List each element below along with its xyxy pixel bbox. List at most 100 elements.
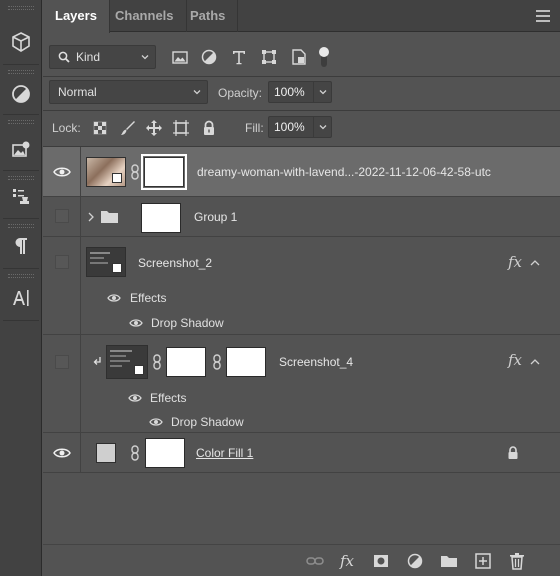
effects-label[interactable]: Effects bbox=[130, 291, 166, 305]
adjustments-icon[interactable] bbox=[0, 78, 42, 110]
delete-layer-icon[interactable] bbox=[507, 551, 527, 571]
blend-mode-select[interactable]: Normal bbox=[49, 80, 208, 104]
fill-value: 100% bbox=[274, 120, 305, 134]
link-icon[interactable] bbox=[130, 445, 140, 461]
fill-field[interactable]: 100% bbox=[268, 116, 332, 138]
blend-row: Normal Opacity: 100% bbox=[43, 76, 560, 112]
lock-transparent-pixels-icon[interactable] bbox=[90, 118, 110, 138]
fill-color-swatch[interactable] bbox=[96, 443, 116, 463]
eye-icon[interactable] bbox=[107, 293, 121, 303]
vector-mask-thumbnail[interactable] bbox=[226, 347, 266, 377]
lock-icon bbox=[508, 446, 518, 459]
layer-name[interactable]: Screenshot_4 bbox=[279, 355, 353, 369]
layer-row-group-1[interactable]: Group 1 bbox=[43, 197, 560, 237]
layer-row-dreamy-woman[interactable]: dreamy-woman-with-lavend...-2022-11-12-0… bbox=[43, 147, 560, 197]
eye-icon bbox=[53, 448, 71, 458]
layer-thumbnail[interactable] bbox=[86, 157, 126, 187]
character-styles-icon[interactable] bbox=[0, 180, 42, 212]
panel-footer: fx bbox=[43, 544, 560, 576]
layer-mask-thumbnail[interactable] bbox=[141, 203, 181, 233]
new-layer-icon[interactable] bbox=[473, 551, 493, 571]
blend-mode-label: Normal bbox=[58, 85, 97, 99]
effect-drop-shadow[interactable]: Drop Shadow bbox=[151, 316, 224, 330]
tab-channels[interactable]: Channels bbox=[103, 0, 187, 32]
collapse-effects-icon[interactable] bbox=[530, 358, 540, 366]
filter-row: Kind bbox=[43, 40, 560, 76]
filter-smart-object-icon[interactable] bbox=[289, 47, 309, 67]
layer-row-screenshot-4[interactable]: Screenshot_4 fx Effects Drop Shadow bbox=[43, 335, 560, 433]
lock-artboard-icon[interactable] bbox=[171, 118, 191, 138]
layer-name[interactable]: Group 1 bbox=[194, 210, 237, 224]
layer-name[interactable]: Color Fill 1 bbox=[196, 446, 253, 460]
layer-mask-thumbnail[interactable] bbox=[145, 438, 185, 468]
layer-row-color-fill-1[interactable]: Color Fill 1 bbox=[43, 433, 560, 473]
visibility-toggle[interactable] bbox=[43, 197, 81, 236]
lock-image-pixels-icon[interactable] bbox=[118, 118, 138, 138]
3d-cube-icon[interactable] bbox=[0, 26, 42, 58]
link-icon[interactable] bbox=[212, 354, 222, 370]
fill-dropdown-button[interactable] bbox=[313, 117, 331, 137]
chevron-down-icon bbox=[141, 55, 149, 60]
filter-toggle-icon[interactable] bbox=[319, 47, 329, 69]
opacity-field[interactable]: 100% bbox=[268, 81, 332, 103]
eye-icon[interactable] bbox=[149, 417, 163, 427]
filter-pixel-icon[interactable] bbox=[170, 47, 190, 67]
smart-object-badge-icon bbox=[134, 365, 144, 375]
layer-row-screenshot-2[interactable]: Screenshot_2 fx Effects Drop Shadow bbox=[43, 237, 560, 335]
chevron-right-icon[interactable] bbox=[88, 212, 94, 222]
new-adjustment-layer-icon[interactable] bbox=[405, 551, 425, 571]
collapse-effects-icon[interactable] bbox=[530, 259, 540, 267]
panel-menu-icon[interactable] bbox=[536, 10, 550, 22]
layer-mask-thumbnail[interactable] bbox=[166, 347, 206, 377]
fill-label: Fill: bbox=[245, 121, 264, 135]
chevron-down-icon bbox=[193, 90, 201, 95]
strip-grip[interactable] bbox=[8, 274, 34, 278]
fx-badge[interactable]: fx bbox=[508, 351, 522, 369]
link-icon[interactable] bbox=[130, 164, 140, 180]
character-icon[interactable] bbox=[0, 282, 42, 314]
add-mask-icon[interactable] bbox=[371, 551, 391, 571]
fx-badge[interactable]: fx bbox=[508, 253, 522, 271]
strip-grip[interactable] bbox=[8, 70, 34, 74]
opacity-label: Opacity: bbox=[218, 86, 263, 100]
layer-mask-thumbnail[interactable] bbox=[141, 154, 187, 190]
filter-type-icon[interactable] bbox=[229, 47, 249, 67]
filter-shape-icon[interactable] bbox=[259, 47, 279, 67]
effect-drop-shadow[interactable]: Drop Shadow bbox=[171, 415, 244, 429]
lock-position-icon[interactable] bbox=[144, 118, 164, 138]
opacity-value: 100% bbox=[274, 85, 305, 99]
layer-thumbnail[interactable] bbox=[86, 247, 126, 277]
link-icon[interactable] bbox=[152, 354, 162, 370]
visibility-toggle[interactable] bbox=[43, 237, 81, 334]
tab-paths[interactable]: Paths bbox=[178, 0, 239, 32]
strip-grip[interactable] bbox=[8, 120, 34, 124]
smart-object-badge-icon bbox=[112, 263, 122, 273]
chevron-down-icon bbox=[319, 90, 327, 95]
strip-grip[interactable] bbox=[8, 224, 34, 228]
link-layers-icon[interactable] bbox=[305, 551, 325, 571]
eye-icon[interactable] bbox=[128, 393, 142, 403]
filter-kind-select[interactable]: Kind bbox=[49, 45, 156, 69]
lock-all-icon[interactable] bbox=[199, 118, 219, 138]
layer-name[interactable]: dreamy-woman-with-lavend...-2022-11-12-0… bbox=[197, 165, 491, 179]
lock-row: Lock: Fill: 100% bbox=[43, 110, 560, 146]
eye-icon[interactable] bbox=[129, 318, 143, 328]
opacity-dropdown-button[interactable] bbox=[313, 82, 331, 102]
effects-label[interactable]: Effects bbox=[150, 391, 186, 405]
hidden-visibility-box bbox=[55, 355, 69, 369]
eye-icon bbox=[53, 167, 71, 177]
visibility-toggle[interactable] bbox=[43, 147, 81, 196]
layer-name[interactable]: Screenshot_2 bbox=[138, 256, 212, 270]
tab-layers[interactable]: Layers bbox=[43, 0, 110, 33]
layer-thumbnail[interactable] bbox=[106, 345, 148, 379]
tab-bar: Layers Channels Paths bbox=[43, 0, 560, 33]
libraries-icon[interactable] bbox=[0, 134, 42, 166]
new-group-icon[interactable] bbox=[439, 551, 459, 571]
filter-adjustment-icon[interactable] bbox=[199, 47, 219, 67]
smart-object-badge-icon bbox=[112, 173, 122, 183]
add-layer-style-button[interactable]: fx bbox=[337, 551, 357, 571]
visibility-toggle[interactable] bbox=[43, 433, 81, 472]
strip-grip[interactable] bbox=[8, 6, 34, 10]
paragraph-icon[interactable] bbox=[0, 230, 42, 262]
visibility-toggle[interactable] bbox=[43, 335, 81, 432]
